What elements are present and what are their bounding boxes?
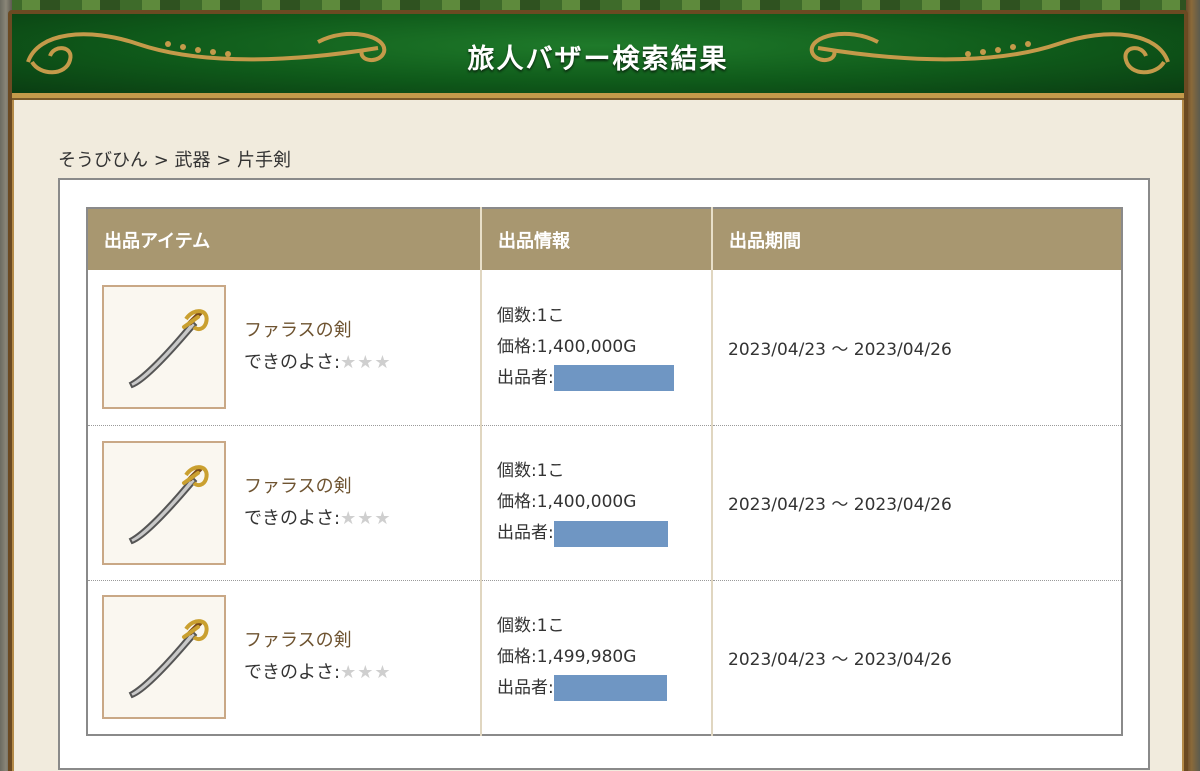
- column-header-info: 出品情報: [481, 208, 713, 270]
- listing-period: 2023/04/23 〜 2023/04/26: [728, 495, 952, 515]
- item-thumbnail[interactable]: [102, 440, 226, 565]
- seller-line: 出品者:: [497, 518, 711, 549]
- info-cell: 個数:1こ 価格:1,499,980G 出品者:: [481, 580, 713, 735]
- table-row: ファラスの剣 できのよさ:★★★ 個数:1こ 価格:1,400,000G 出品者…: [87, 425, 1122, 581]
- item-quality: できのよさ:★★★: [244, 657, 392, 689]
- period-cell: 2023/04/23 〜 2023/04/26: [712, 270, 1122, 426]
- period-cell: 2023/04/23 〜 2023/04/26: [712, 580, 1122, 735]
- main-frame: 旅人バザー検索結果 そうびひん > 武器 > 片手剣 出品アイテム 出品情報 出…: [8, 10, 1188, 771]
- seller-label: 出品者:: [497, 677, 554, 698]
- item-name-link[interactable]: ファラスの剣: [244, 315, 392, 347]
- price-text: 価格:1,400,000G: [497, 492, 637, 512]
- item-thumbnail[interactable]: [102, 285, 226, 410]
- table-header-row: 出品アイテム 出品情報 出品期間: [87, 208, 1122, 270]
- period-cell: 2023/04/23 〜 2023/04/26: [712, 425, 1122, 581]
- quantity-text: 個数:1こ: [497, 615, 565, 636]
- saber-icon: [128, 464, 209, 544]
- quality-stars: ★★★: [340, 507, 392, 529]
- item-cell: ファラスの剣 できのよさ:★★★: [87, 425, 482, 581]
- quantity-text: 個数:1こ: [497, 461, 565, 481]
- item-name-link[interactable]: ファラスの剣: [244, 471, 392, 503]
- item-cell: ファラスの剣 できのよさ:★★★: [87, 270, 482, 426]
- item-name-link[interactable]: ファラスの剣: [244, 625, 392, 657]
- page-title: 旅人バザー検索結果: [467, 43, 729, 75]
- listing-period: 2023/04/23 〜 2023/04/26: [728, 339, 952, 360]
- column-header-item: 出品アイテム: [87, 208, 482, 270]
- quality-label: できのよさ:: [244, 507, 341, 529]
- item-quality: できのよさ:★★★: [244, 503, 392, 535]
- price-text: 価格:1,499,980G: [497, 646, 637, 667]
- quality-stars: ★★★: [340, 352, 392, 374]
- seller-line: 出品者:: [497, 673, 711, 704]
- results-table: 出品アイテム 出品情報 出品期間 ファラスの剣 できのよさ:★★★ 個数:1こ …: [86, 207, 1123, 736]
- seller-label: 出品者:: [497, 367, 554, 388]
- table-row: ファラスの剣 できのよさ:★★★ 個数:1こ 価格:1,400,000G 出品者…: [87, 270, 1122, 426]
- quality-label: できのよさ:: [244, 352, 341, 374]
- seller-name-redacted: [553, 675, 667, 702]
- info-cell: 個数:1こ 価格:1,400,000G 出品者:: [481, 425, 713, 581]
- item-quality: できのよさ:★★★: [244, 347, 392, 379]
- saber-icon: [128, 309, 209, 389]
- item-cell: ファラスの剣 できのよさ:★★★: [87, 580, 482, 735]
- breadcrumb: そうびひん > 武器 > 片手剣: [58, 150, 292, 171]
- item-thumbnail[interactable]: [102, 595, 226, 720]
- listing-period: 2023/04/23 〜 2023/04/26: [728, 649, 952, 670]
- quality-label: できのよさ:: [244, 662, 341, 684]
- table-row: ファラスの剣 できのよさ:★★★ 個数:1こ 価格:1,499,980G 出品者…: [87, 580, 1122, 735]
- results-panel: 出品アイテム 出品情報 出品期間 ファラスの剣 できのよさ:★★★ 個数:1こ …: [58, 178, 1150, 770]
- seller-label: 出品者:: [497, 523, 554, 543]
- seller-name-redacted: [553, 365, 674, 392]
- seller-line: 出品者:: [497, 363, 711, 394]
- quality-stars: ★★★: [340, 662, 392, 684]
- background-wood-right: [1186, 0, 1200, 771]
- info-cell: 個数:1こ 価格:1,400,000G 出品者:: [481, 270, 713, 426]
- seller-name-redacted: [553, 520, 668, 547]
- column-header-period: 出品期間: [712, 208, 1122, 270]
- price-text: 価格:1,400,000G: [497, 336, 637, 357]
- header-banner: 旅人バザー検索結果: [12, 14, 1184, 98]
- quantity-text: 個数:1こ: [497, 305, 565, 326]
- saber-icon: [128, 619, 209, 699]
